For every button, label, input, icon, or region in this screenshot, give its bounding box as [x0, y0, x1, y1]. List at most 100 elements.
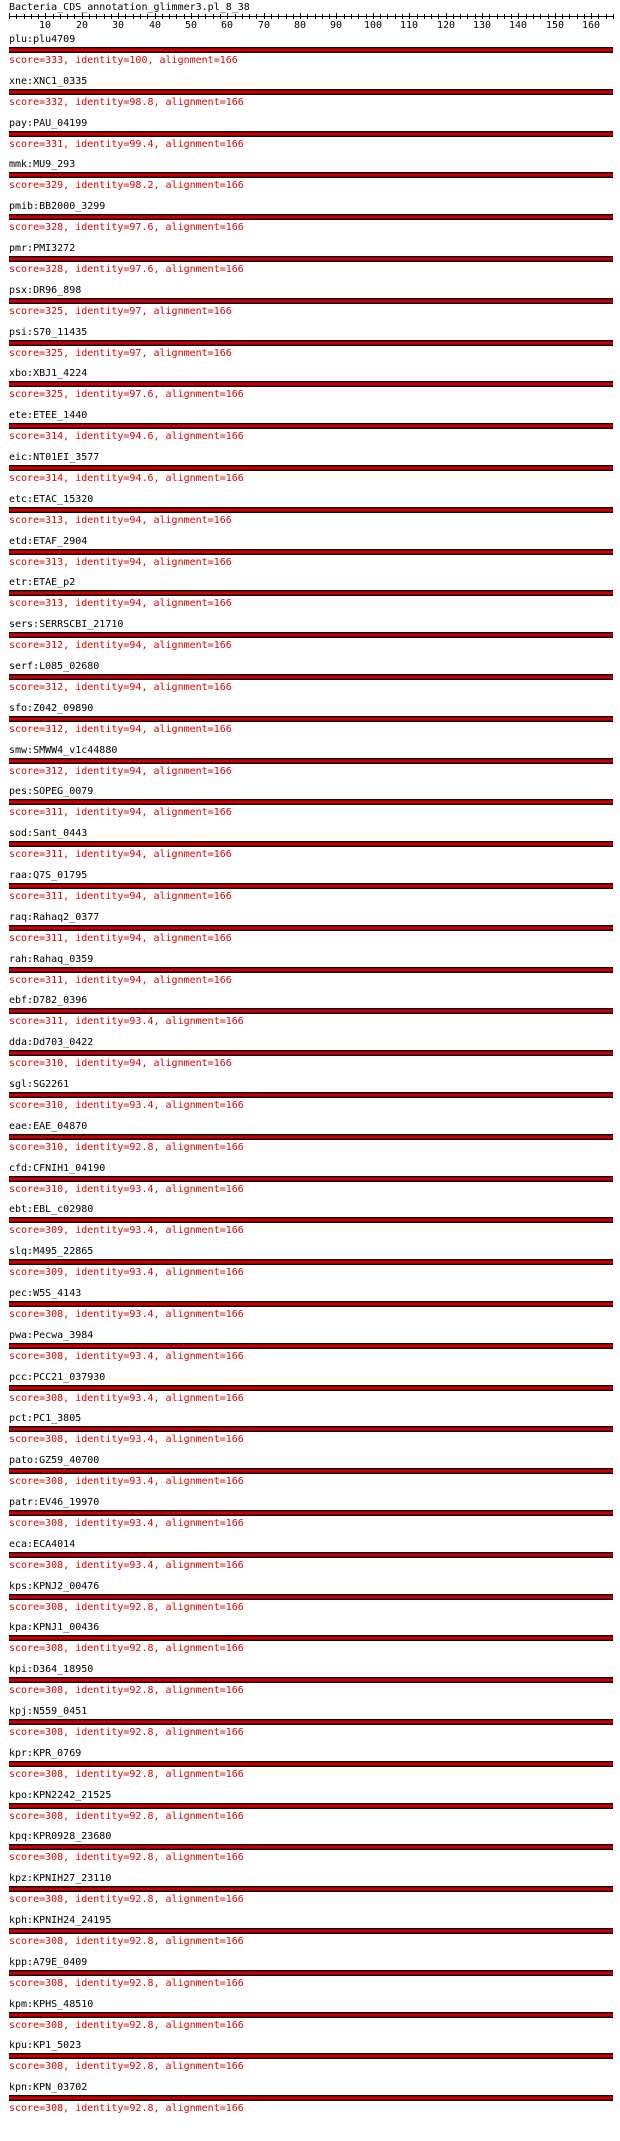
hit-name[interactable]: ete:ETEE_1440: [9, 410, 87, 422]
alignment-bar[interactable]: [9, 1719, 613, 1725]
hit-name[interactable]: pato:GZ59_40700: [9, 1455, 99, 1467]
alignment-bar[interactable]: [9, 841, 613, 847]
hit-name[interactable]: rah:Rahaq_0359: [9, 954, 93, 966]
hit-name[interactable]: cfd:CFNIH1_04190: [9, 1163, 105, 1175]
hit-name[interactable]: serf:L085_02680: [9, 661, 99, 673]
hit-name[interactable]: kpr:KPR_0769: [9, 1748, 81, 1760]
alignment-bar[interactable]: [9, 1385, 613, 1391]
hit-name[interactable]: kpz:KPNIH27_23110: [9, 1873, 111, 1885]
alignment-bar[interactable]: [9, 89, 613, 95]
alignment-bar[interactable]: [9, 799, 613, 805]
alignment-bar[interactable]: [9, 507, 613, 513]
hit-name[interactable]: smw:SMWW4_v1c44880: [9, 745, 117, 757]
alignment-bar[interactable]: [9, 1510, 613, 1516]
alignment-bar[interactable]: [9, 256, 613, 262]
alignment-bar[interactable]: [9, 1635, 613, 1641]
alignment-bar[interactable]: [9, 214, 613, 220]
alignment-bar[interactable]: [9, 47, 613, 53]
hit-name[interactable]: pay:PAU_04199: [9, 118, 87, 130]
alignment-bar[interactable]: [9, 2012, 613, 2018]
hit-name[interactable]: pct:PC1_3805: [9, 1413, 81, 1425]
hit-name[interactable]: psx:DR96_898: [9, 285, 81, 297]
hit-name[interactable]: plu:plu4709: [9, 34, 75, 46]
alignment-bar[interactable]: [9, 1970, 613, 1976]
alignment-bar[interactable]: [9, 465, 613, 471]
alignment-bar[interactable]: [9, 1259, 613, 1265]
alignment-bar[interactable]: [9, 2053, 613, 2059]
alignment-bar[interactable]: [9, 1176, 613, 1182]
hit-name[interactable]: kpp:A79E_0409: [9, 1957, 87, 1969]
alignment-bar[interactable]: [9, 298, 613, 304]
alignment-bar[interactable]: [9, 967, 613, 973]
alignment-bar[interactable]: [9, 1803, 613, 1809]
alignment-bar[interactable]: [9, 1217, 613, 1223]
hit-name[interactable]: patr:EV46_19970: [9, 1497, 99, 1509]
alignment-bar[interactable]: [9, 632, 613, 638]
alignment-bar[interactable]: [9, 1092, 613, 1098]
alignment-bar[interactable]: [9, 883, 613, 889]
alignment-bar[interactable]: [9, 340, 613, 346]
hit-name[interactable]: eca:ECA4014: [9, 1539, 75, 1551]
hit-name[interactable]: xbo:XBJ1_4224: [9, 368, 87, 380]
alignment-bar[interactable]: [9, 1301, 613, 1307]
alignment-bar[interactable]: [9, 1468, 613, 1474]
alignment-bar[interactable]: [9, 674, 613, 680]
alignment-bar[interactable]: [9, 381, 613, 387]
alignment-bar[interactable]: [9, 423, 613, 429]
hit-name[interactable]: xne:XNC1_0335: [9, 76, 87, 88]
hit-name[interactable]: kpo:KPN2242_21525: [9, 1790, 111, 1802]
hit-name[interactable]: kpi:D364_18950: [9, 1664, 93, 1676]
alignment-bar[interactable]: [9, 549, 613, 555]
alignment-bar[interactable]: [9, 1050, 613, 1056]
hit-name[interactable]: etr:ETAE_p2: [9, 577, 75, 589]
hit-name[interactable]: eae:EAE_04870: [9, 1121, 87, 1133]
hit-name[interactable]: mmk:MU9_293: [9, 159, 75, 171]
alignment-bar[interactable]: [9, 1886, 613, 1892]
alignment-bar[interactable]: [9, 758, 613, 764]
hit-name[interactable]: etd:ETAF_2904: [9, 536, 87, 548]
alignment-bar[interactable]: [9, 1677, 613, 1683]
alignment-bar[interactable]: [9, 1343, 613, 1349]
hit-name[interactable]: slq:M495_22865: [9, 1246, 93, 1258]
alignment-bar[interactable]: [9, 1761, 613, 1767]
hit-name[interactable]: pcc:PCC21_037930: [9, 1372, 105, 1384]
hit-name[interactable]: pmr:PMI3272: [9, 243, 75, 255]
alignment-bar[interactable]: [9, 131, 613, 137]
hit-name[interactable]: kpn:KPN_03702: [9, 2082, 87, 2094]
hit-name[interactable]: ebt:EBL_c02980: [9, 1204, 93, 1216]
hit-name[interactable]: pmib:BB2000_3299: [9, 201, 105, 213]
hit-name[interactable]: psi:S70_11435: [9, 327, 87, 339]
hit-name[interactable]: sod:Sant_0443: [9, 828, 87, 840]
hit-name[interactable]: kps:KPNJ2_00476: [9, 1581, 99, 1593]
alignment-bar[interactable]: [9, 1552, 613, 1558]
hit-name[interactable]: kpq:KPR0928_23680: [9, 1831, 111, 1843]
hit-name[interactable]: pes:SOPEG_0079: [9, 786, 93, 798]
hit-name[interactable]: kpa:KPNJ1_00436: [9, 1622, 99, 1634]
hit-name[interactable]: sers:SERRSCBI_21710: [9, 619, 123, 631]
alignment-bar[interactable]: [9, 1844, 613, 1850]
alignment-bar[interactable]: [9, 2095, 613, 2101]
hit-name[interactable]: ebf:D782_0396: [9, 995, 87, 1007]
alignment-bar[interactable]: [9, 172, 613, 178]
alignment-bar[interactable]: [9, 716, 613, 722]
hit-name[interactable]: eic:NT01EI_3577: [9, 452, 99, 464]
hit-name[interactable]: kpj:N559_0451: [9, 1706, 87, 1718]
hit-name[interactable]: sfo:Z042_09890: [9, 703, 93, 715]
alignment-bar[interactable]: [9, 1008, 613, 1014]
hit-name[interactable]: pec:W5S_4143: [9, 1288, 81, 1300]
alignment-bar[interactable]: [9, 1426, 613, 1432]
hit-name[interactable]: dda:Dd703_0422: [9, 1037, 93, 1049]
alignment-bar[interactable]: [9, 925, 613, 931]
alignment-bar[interactable]: [9, 590, 613, 596]
alignment-bar[interactable]: [9, 1594, 613, 1600]
hit-name[interactable]: raq:Rahaq2_0377: [9, 912, 99, 924]
hit-name[interactable]: pwa:Pecwa_3984: [9, 1330, 93, 1342]
hit-name[interactable]: sgl:SG2261: [9, 1079, 69, 1091]
hit-name[interactable]: etc:ETAC_15320: [9, 494, 93, 506]
hit-name[interactable]: kph:KPNIH24_24195: [9, 1915, 111, 1927]
hit-name[interactable]: kpm:KPHS_48510: [9, 1999, 93, 2011]
hit-name[interactable]: kpu:KP1_5023: [9, 2040, 81, 2052]
hit-name[interactable]: raa:Q7S_01795: [9, 870, 87, 882]
alignment-bar[interactable]: [9, 1928, 613, 1934]
alignment-bar[interactable]: [9, 1134, 613, 1140]
